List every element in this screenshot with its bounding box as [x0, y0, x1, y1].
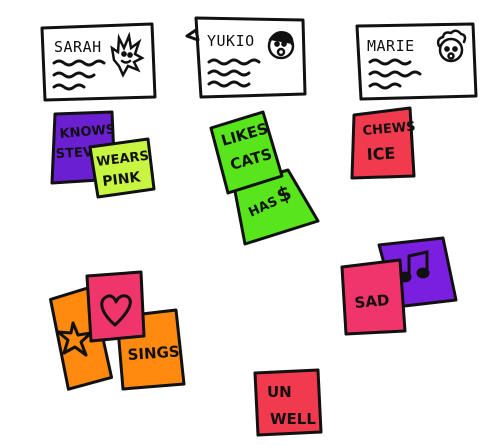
note-text: UN: [267, 383, 292, 401]
sticky-note-sad[interactable]: SAD: [340, 258, 407, 336]
person-name: YUKIO: [207, 32, 255, 50]
sticky-note-likes-cats[interactable]: LIKES CATS: [209, 110, 284, 195]
person-card-yukio[interactable]: YUKIO: [185, 16, 307, 99]
sticky-note-heart[interactable]: [85, 270, 146, 343]
note-text: SAD: [354, 291, 390, 312]
note-text: ICE: [366, 144, 396, 164]
note-text: WELL: [270, 410, 316, 428]
person-card-marie[interactable]: MARIE: [355, 22, 478, 101]
sticky-note-wears-pink[interactable]: WEARS PINK: [88, 137, 156, 199]
person-name: SARAH: [54, 38, 102, 56]
note-text: SINGS: [127, 342, 180, 364]
surprised-face-icon: [267, 31, 295, 60]
sticky-note-board: SARAH YUKIO MARIE KNOWS STEVE WEARS PINK…: [40, 16, 478, 437]
person-card-sarah[interactable]: SARAH: [40, 22, 157, 102]
person-name: MARIE: [367, 37, 415, 55]
sticky-note-chews-ice[interactable]: CHEWS ICE: [350, 106, 416, 180]
sticky-note-unwell[interactable]: UN WELL: [253, 368, 323, 437]
